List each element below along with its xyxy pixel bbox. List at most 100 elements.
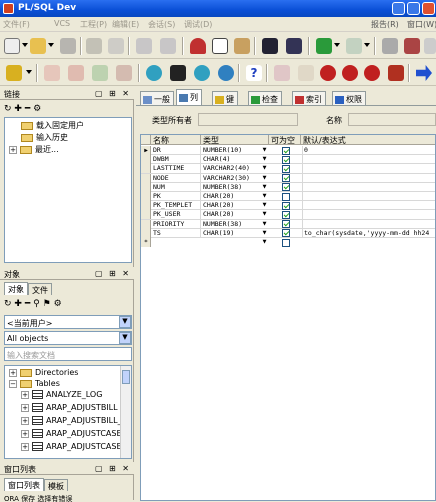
- row-indicator[interactable]: [141, 210, 151, 220]
- cell-column-type[interactable]: VARCHAR2(40): [202, 164, 260, 173]
- row-indicator[interactable]: ▶: [141, 146, 151, 155]
- tab-columns[interactable]: 列: [176, 89, 202, 105]
- tab-files[interactable]: 文件: [28, 283, 52, 295]
- export-icon[interactable]: [346, 38, 362, 54]
- refresh-icon[interactable]: ↻: [4, 104, 12, 114]
- header-name[interactable]: 名称: [151, 135, 201, 145]
- properties-icon[interactable]: ⚙: [33, 104, 41, 114]
- cell-column-name[interactable]: PRIORITY: [152, 219, 201, 229]
- chevron-down-icon[interactable]: ▼: [261, 220, 268, 228]
- cell-column-type[interactable]: NUMBER(10): [202, 146, 260, 155]
- panel-controls[interactable]: ▢ ⊞ ✕: [95, 89, 131, 98]
- cell-column-type[interactable]: NUMBER(38): [202, 220, 260, 229]
- nullable-checkbox[interactable]: [282, 174, 290, 183]
- scope-select[interactable]: All objects ▼: [4, 331, 132, 345]
- nullable-checkbox[interactable]: [282, 146, 290, 155]
- tab-privileges[interactable]: 权限: [332, 91, 366, 105]
- chevron-down-icon[interactable]: ▼: [261, 210, 268, 218]
- record-prev-icon[interactable]: [364, 65, 380, 81]
- tree-item-table[interactable]: + ARAP_ADJUSTBILL: [21, 403, 118, 412]
- menu-session[interactable]: 会话(S): [148, 19, 175, 30]
- header-nullable[interactable]: 可为空: [269, 135, 301, 145]
- chevron-down-icon[interactable]: ▼: [119, 332, 131, 344]
- db-session-icon[interactable]: [218, 65, 234, 81]
- save-icon[interactable]: [60, 38, 76, 54]
- cell-column-name[interactable]: PK_USER: [152, 210, 201, 220]
- cell-default-expression[interactable]: [302, 201, 435, 211]
- row-indicator[interactable]: [141, 173, 151, 183]
- filter-icon[interactable]: ⚑: [43, 299, 51, 309]
- row-indicator[interactable]: [141, 164, 151, 174]
- new-icon[interactable]: [4, 38, 20, 54]
- expand-icon[interactable]: +: [21, 429, 29, 438]
- cell-default-expression[interactable]: [302, 192, 435, 201]
- refresh-icon[interactable]: ↻: [4, 299, 12, 309]
- binoculars-icon[interactable]: ⚲: [33, 299, 40, 309]
- open-folder-icon[interactable]: [30, 38, 46, 54]
- cell-default-expression[interactable]: [302, 182, 435, 192]
- chevron-down-icon[interactable]: [334, 43, 340, 47]
- cell-default-expression[interactable]: [302, 164, 435, 174]
- undo-icon[interactable]: [136, 38, 152, 54]
- chevron-down-icon[interactable]: ▼: [119, 316, 131, 328]
- menu-debug[interactable]: 调试(D): [184, 19, 212, 30]
- sql-icon[interactable]: [170, 65, 186, 81]
- row-indicator[interactable]: [141, 192, 151, 201]
- remove-icon[interactable]: ━: [25, 299, 30, 309]
- row-indicator[interactable]: [141, 155, 151, 165]
- tree-scrollbar[interactable]: [120, 366, 131, 458]
- search-input[interactable]: 输入搜索文档: [4, 347, 132, 361]
- record-icon[interactable]: [320, 65, 336, 81]
- nullable-checkbox[interactable]: [282, 229, 290, 238]
- chevron-down-icon[interactable]: ▼: [261, 238, 268, 246]
- brush-icon[interactable]: [388, 65, 404, 81]
- tree-item-table[interactable]: + ARAP_ADJUSTCASE_I: [21, 442, 128, 451]
- window-icon[interactable]: [382, 38, 398, 54]
- chevron-down-icon[interactable]: ▼: [261, 192, 268, 200]
- help-icon[interactable]: ?: [246, 65, 262, 81]
- properties-icon[interactable]: ⚙: [54, 299, 62, 309]
- header-default[interactable]: 默认/表达式: [301, 135, 435, 145]
- cell-column-type[interactable]: CHAR(4): [202, 155, 260, 164]
- type-name-field[interactable]: [348, 113, 436, 126]
- record-next-icon[interactable]: [342, 65, 358, 81]
- chevron-down-icon[interactable]: ▼: [261, 146, 268, 154]
- arrow-right-icon[interactable]: [416, 65, 432, 81]
- redo-icon[interactable]: [160, 38, 176, 54]
- type-owner-field[interactable]: [198, 113, 298, 126]
- menu-file[interactable]: 文件(F): [3, 19, 30, 30]
- execute-icon[interactable]: [44, 65, 60, 81]
- tree-item-recent[interactable]: + 最近...: [9, 144, 59, 155]
- panel-controls[interactable]: ▢ ⊞ ✕: [95, 269, 131, 278]
- cell-column-name[interactable]: PK: [152, 192, 201, 201]
- row-indicator[interactable]: [141, 219, 151, 229]
- nullable-checkbox[interactable]: [282, 192, 290, 201]
- window-list-item[interactable]: ORA 保存 选择有错误: [4, 494, 132, 502]
- more-icon[interactable]: [424, 38, 436, 54]
- panel-controls[interactable]: ▢ ⊞ ✕: [95, 464, 131, 473]
- db-connect-icon[interactable]: [146, 65, 162, 81]
- break-icon[interactable]: [68, 65, 84, 81]
- chevron-down-icon[interactable]: ▼: [261, 174, 268, 182]
- cell-default-expression[interactable]: to_char(sysdate,'yyyy-mm-dd hh24: [302, 228, 435, 238]
- collapse-icon[interactable]: −: [9, 379, 17, 388]
- menu-window[interactable]: 窗口(W): [407, 19, 436, 30]
- cell-column-name[interactable]: NUM: [152, 182, 201, 192]
- copy-icon[interactable]: [212, 38, 228, 54]
- tree-item-directories[interactable]: + Directories: [9, 368, 78, 377]
- menu-edit[interactable]: 编辑(E): [112, 19, 139, 30]
- expand-icon[interactable]: +: [21, 442, 29, 451]
- maximize-button[interactable]: [407, 2, 420, 15]
- tree-item-pinned-users[interactable]: 载入固定用户: [21, 120, 84, 131]
- tab-indexes[interactable]: 索引: [292, 91, 326, 105]
- cell-column-type[interactable]: VARCHAR2(30): [202, 174, 260, 183]
- tab-checks[interactable]: 检查: [248, 91, 282, 105]
- cell-default-expression[interactable]: [302, 219, 435, 229]
- tab-templates[interactable]: 模板: [44, 479, 68, 491]
- expand-icon[interactable]: +: [9, 145, 17, 154]
- nullable-checkbox[interactable]: [282, 220, 290, 229]
- nullable-checkbox[interactable]: [282, 164, 290, 173]
- cell-column-name[interactable]: LASTTIME: [152, 164, 201, 174]
- chevron-down-icon[interactable]: ▼: [261, 183, 268, 191]
- chevron-down-icon[interactable]: [22, 43, 28, 47]
